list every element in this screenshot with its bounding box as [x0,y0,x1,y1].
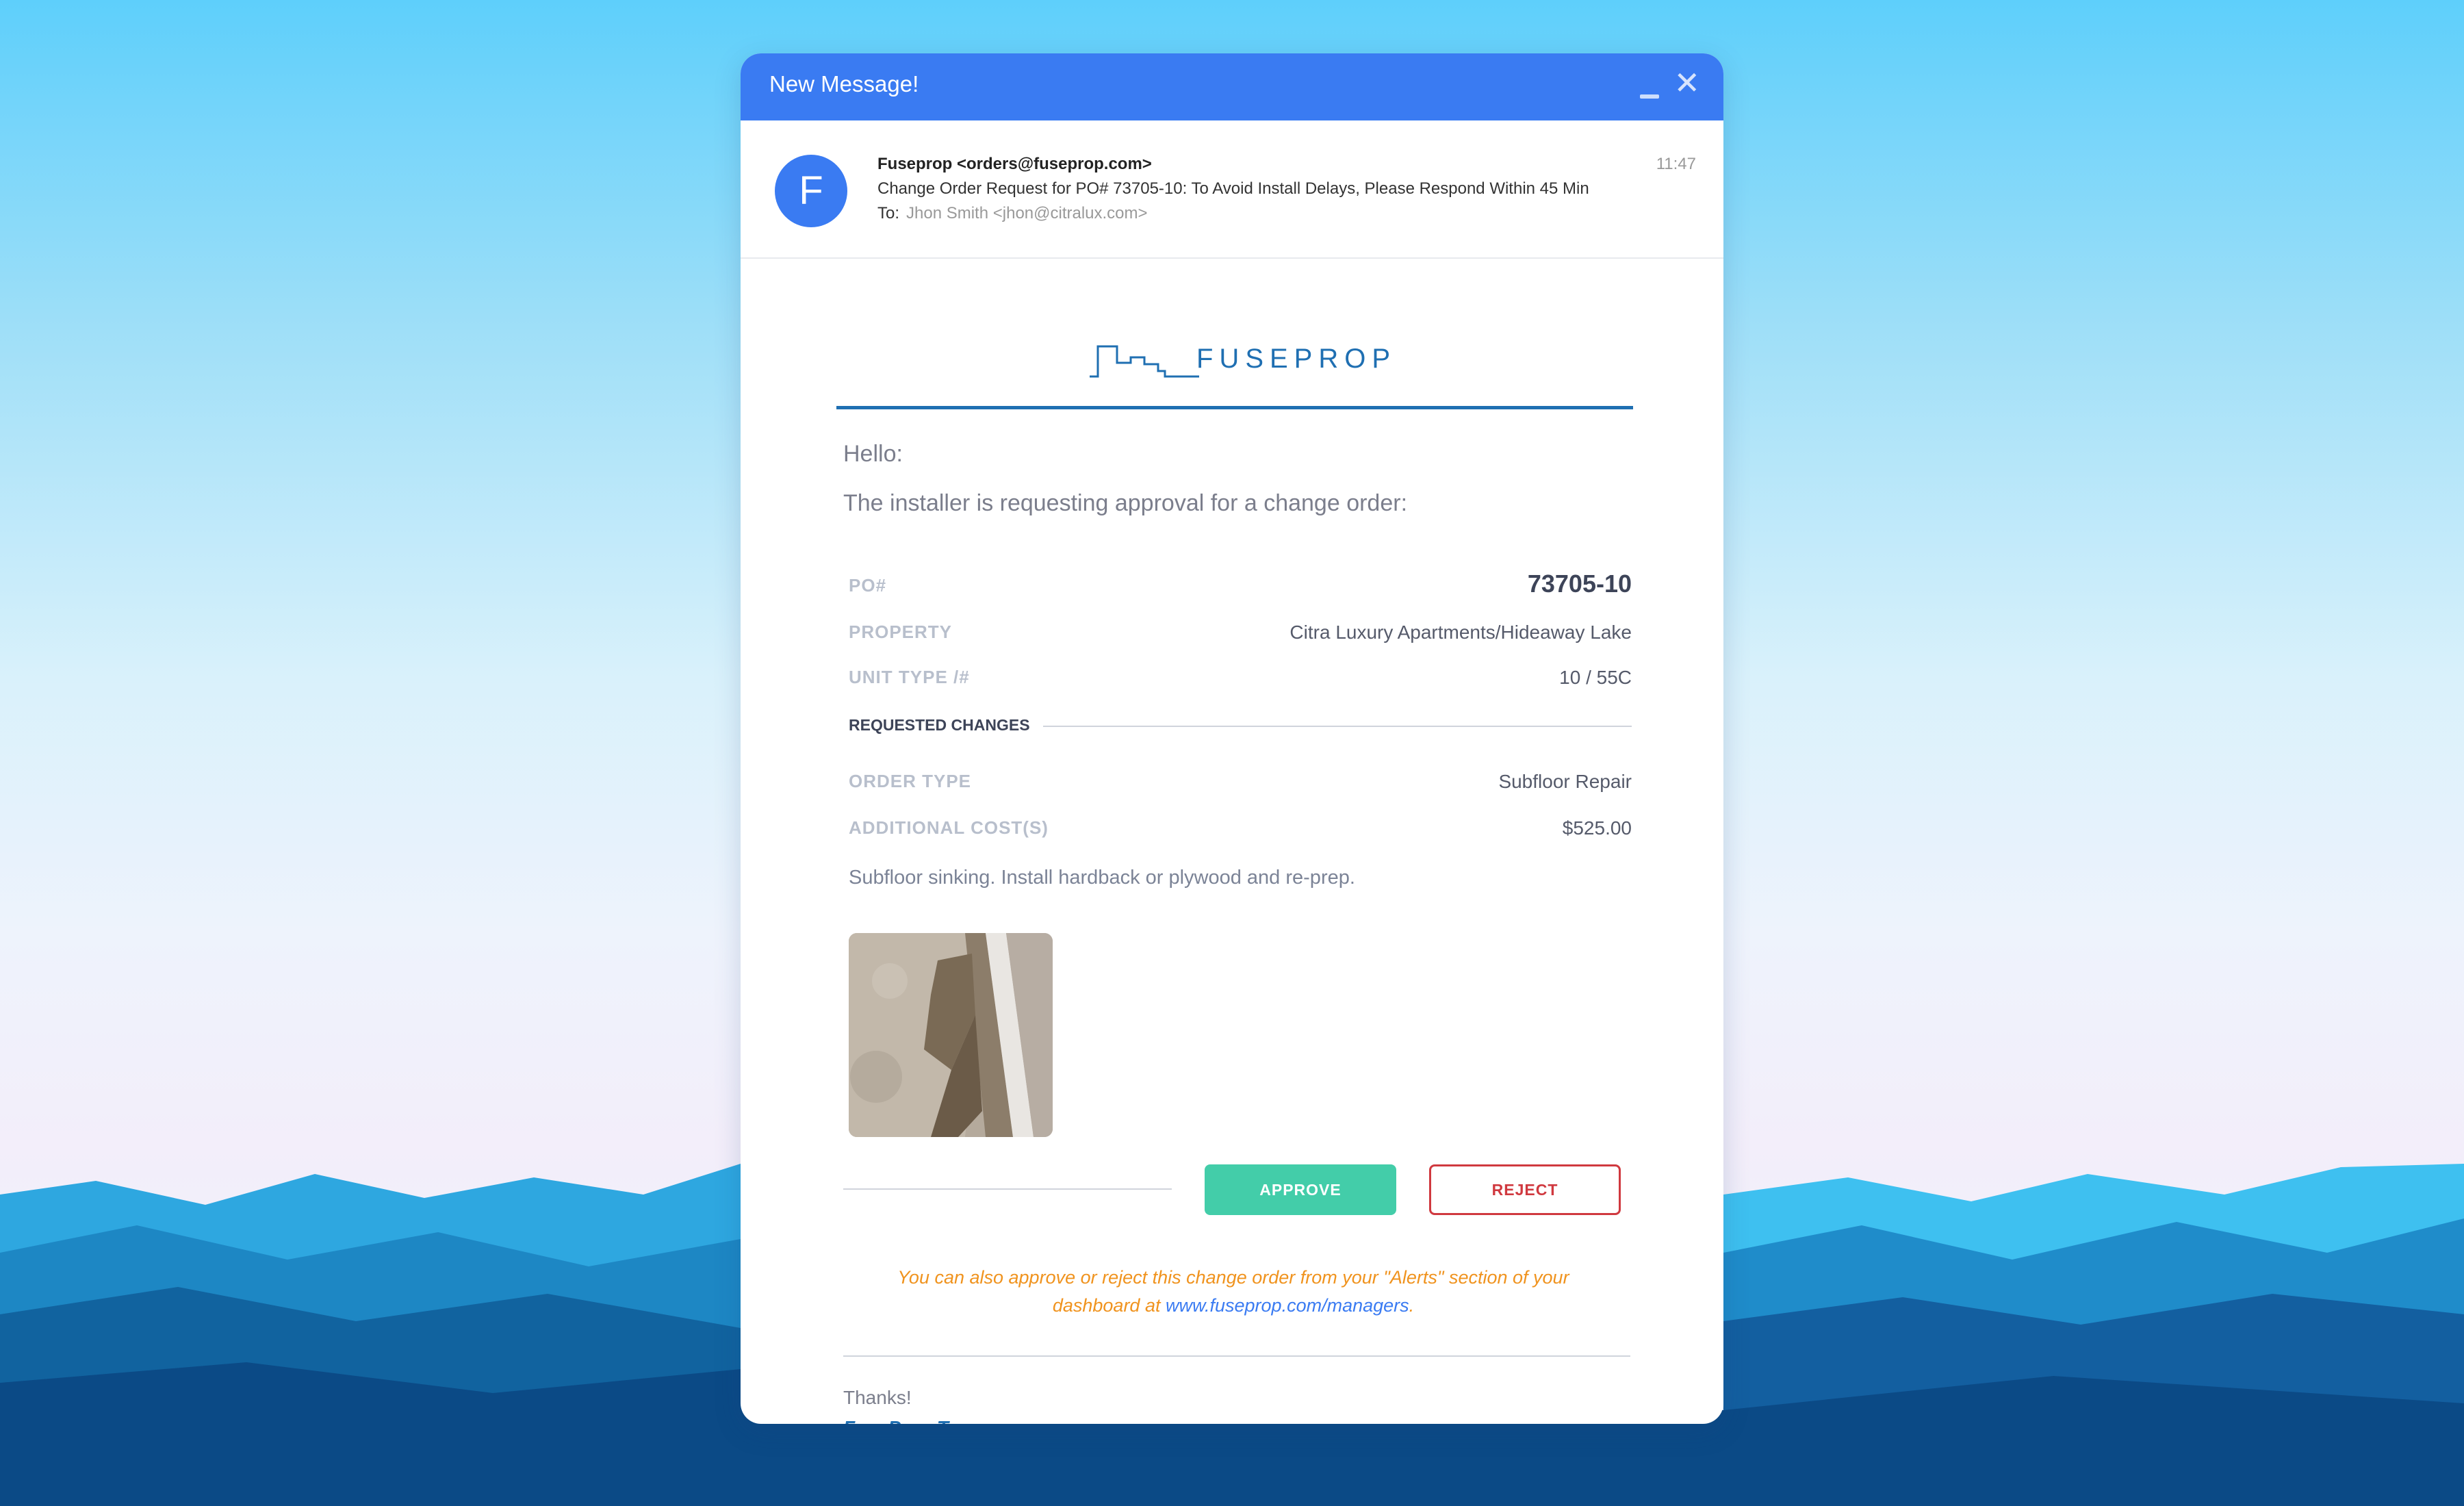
title-bar: New Message! ✕ [741,53,1723,120]
dashboard-link[interactable]: www.fuseprop.com/managers [1166,1295,1409,1316]
greeting: Hello: [843,441,903,467]
requested-changes-heading: REQUESTED CHANGES [849,713,1632,741]
property-label: PROPERTY [849,622,953,642]
unit-row: UNIT TYPE /# 10 / 55C [849,661,1632,691]
po-value: 73705-10 [1527,570,1632,598]
order-type-value: Subfloor Repair [1498,771,1632,792]
timestamp: 11:47 [1656,155,1696,173]
recipient: Jhon Smith <jhon@citralux.com> [906,204,1148,222]
signature: FuseProp Team [843,1417,986,1424]
minimize-icon[interactable] [1640,86,1660,105]
window-title: New Message! [769,71,919,97]
skyline-logo-icon [1090,345,1199,378]
section-divider [1043,726,1632,727]
button-row-divider [843,1188,1172,1190]
avatar: F [775,155,847,227]
note-end: . [1409,1295,1415,1316]
email-header: F Fuseprop <orders@fuseprop.com> Change … [741,120,1723,259]
cost-label: ADDITIONAL COST(S) [849,817,1049,838]
change-description: Subfloor sinking. Install hardback or pl… [849,867,1355,889]
footer-divider [843,1355,1630,1357]
damage-photo[interactable] [849,933,1053,1137]
reject-button[interactable]: REJECT [1429,1164,1621,1215]
order-type-row: ORDER TYPE Subfloor Repair [849,765,1632,795]
cost-value: $525.00 [1562,817,1632,839]
property-value: Citra Luxury Apartments/Hideaway Lake [1289,622,1632,643]
logo-header: FUSEPROP [836,257,1633,409]
order-type-label: ORDER TYPE [849,771,972,791]
subject: Change Order Request for PO# 73705-10: T… [877,179,1589,198]
po-row: PO# 73705-10 [849,570,1632,600]
approve-button[interactable]: APPROVE [1205,1164,1396,1215]
intro-text: The installer is requesting approval for… [843,490,1408,516]
cost-row: ADDITIONAL COST(S) $525.00 [849,812,1632,842]
close-icon[interactable]: ✕ [1673,67,1700,99]
property-row: PROPERTY Citra Luxury Apartments/Hideawa… [849,616,1632,646]
po-label: PO# [849,575,887,596]
alerts-note: You can also approve or reject this chan… [864,1264,1603,1320]
section-title: REQUESTED CHANGES [849,716,1030,734]
to-label: To: [877,204,900,222]
unit-label: UNIT TYPE /# [849,667,970,687]
email-window: New Message! ✕ F Fuseprop <orders@fusepr… [741,53,1723,1424]
sender: Fuseprop <orders@fuseprop.com> [877,155,1152,173]
unit-value: 10 / 55C [1559,667,1632,688]
brand-logo-text: FUSEPROP [1196,344,1397,374]
recipient-row: To: Jhon Smith <jhon@citralux.com> [877,204,1148,223]
thanks-text: Thanks! [843,1387,912,1408]
